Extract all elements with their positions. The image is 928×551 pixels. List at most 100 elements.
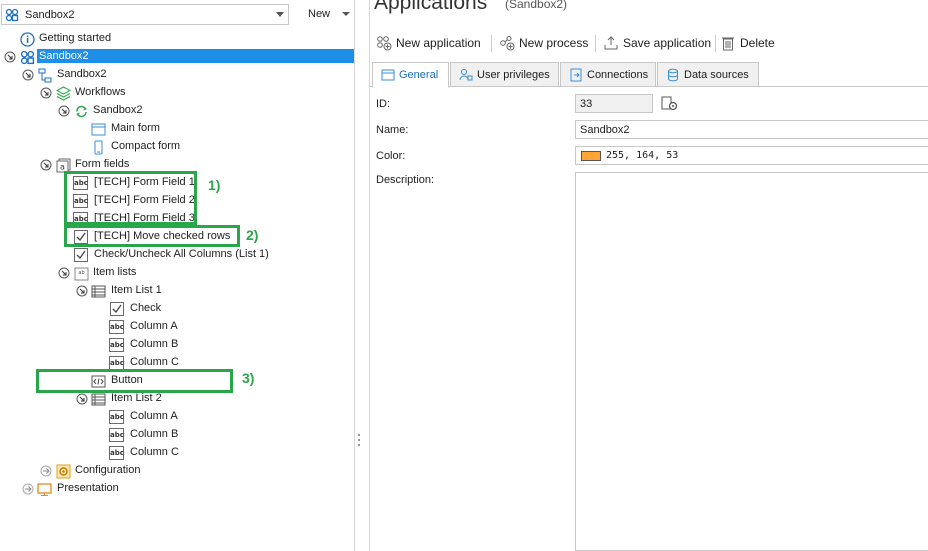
splitter-handle[interactable] [358, 434, 361, 446]
id-label: ID: [376, 98, 391, 110]
expand-arrow-icon[interactable] [76, 285, 88, 297]
tree-item-getting-started[interactable]: Getting started [0, 30, 355, 48]
tree-item-workflows[interactable]: Workflows [0, 84, 355, 102]
expand-arrow-icon[interactable] [58, 105, 70, 117]
save-upload-icon [604, 36, 618, 50]
description-label: Description: [376, 174, 435, 186]
text-field-icon: abc [109, 356, 124, 370]
tree-item-il1-column-b[interactable]: abc Column B [0, 336, 355, 354]
annotation-label-2: 2) [246, 227, 259, 243]
text-field-icon: abc [109, 320, 124, 334]
new-dropdown-button[interactable]: New [292, 4, 354, 25]
tree-item-item-list-1[interactable]: Item List 1 [0, 282, 355, 300]
application-icon [20, 50, 35, 65]
save-application-label: Save application [623, 36, 712, 50]
tab-strip: General User privileges Connections Data… [370, 62, 928, 88]
mobile-form-icon [94, 140, 103, 155]
new-button-label: New [308, 8, 331, 20]
application-selector-value: Sandbox2 [25, 9, 75, 21]
chevron-down-icon [342, 12, 350, 16]
navigation-panel: Sandbox2 New Getting started Sandbox2 Sa… [0, 0, 355, 551]
tree-item-label-selected: Sandbox2 [37, 49, 354, 63]
chevron-down-icon [276, 12, 284, 17]
tree-item-label: Configuration [75, 464, 141, 476]
tree-item-il1-check[interactable]: Check [0, 300, 355, 318]
tree-item-label: Item List 2 [111, 392, 162, 404]
new-process-label: New process [519, 36, 589, 50]
expand-arrow-icon[interactable] [40, 159, 52, 171]
toolbar-divider [491, 35, 492, 52]
id-field: 33 [575, 94, 653, 113]
tab-data-sources[interactable]: Data sources [657, 62, 759, 87]
form-window-icon [381, 69, 395, 81]
toolbar: New application New process Save applica… [370, 32, 928, 56]
tab-label: General [399, 69, 439, 81]
id-settings-icon[interactable] [661, 96, 679, 112]
tree-item-presentation[interactable]: Presentation [0, 480, 355, 498]
description-textarea[interactable] [575, 172, 928, 551]
tree-item-item-lists[interactable]: ab Item lists [0, 264, 355, 282]
page-title: Applications [374, 0, 488, 14]
save-application-button[interactable]: Save application [603, 32, 713, 54]
tree-item-label: Column B [130, 338, 179, 350]
tab-user-privileges[interactable]: User privileges [450, 62, 559, 87]
tree-item-configuration[interactable]: Configuration [0, 462, 355, 480]
table-icon [91, 285, 106, 298]
checkbox-field-icon [110, 302, 124, 316]
annotation-box-1 [64, 171, 197, 225]
tree-item-compact-form[interactable]: Compact form [0, 138, 355, 156]
tree-item-il1-column-a[interactable]: abc Column A [0, 318, 355, 336]
tree-item-check-uncheck[interactable]: Check/Uncheck All Columns (List 1) [0, 246, 355, 264]
tab-label: Data sources [684, 69, 749, 81]
expand-arrow-icon[interactable] [40, 465, 52, 477]
tree-item-label: Check [130, 302, 162, 314]
top-bar: Sandbox2 New [0, 4, 355, 26]
tree-item-workflow-sandbox2[interactable]: Sandbox2 [0, 102, 355, 120]
tab-connections[interactable]: Connections [560, 62, 656, 87]
text-field-icon: abc [109, 428, 124, 442]
application-selector[interactable]: Sandbox2 [1, 4, 289, 25]
tree-item-sandbox2[interactable]: Sandbox2 [0, 66, 355, 84]
tree-item-main-form[interactable]: Main form [0, 120, 355, 138]
table-icon [91, 393, 106, 406]
svg-text:ab: ab [78, 270, 84, 276]
page-subtitle: (Sandbox2) [505, 0, 568, 11]
color-picker[interactable]: 255, 164, 53 [575, 146, 928, 165]
color-value: 255, 164, 53 [606, 150, 679, 161]
new-application-button[interactable]: New application [376, 32, 486, 54]
gear-icon [56, 464, 71, 479]
layers-icon [56, 86, 71, 101]
expand-arrow-icon[interactable] [4, 51, 16, 63]
user-lock-icon [459, 69, 473, 81]
name-input[interactable]: Sandbox2 [575, 120, 928, 139]
expand-arrow-icon[interactable] [22, 483, 34, 495]
annotation-label-3: 3) [242, 370, 255, 386]
tree-item-label: Compact form [111, 140, 181, 152]
new-process-button[interactable]: New process [499, 32, 591, 54]
expand-arrow-icon[interactable] [76, 393, 88, 405]
text-field-icon: abc [109, 410, 124, 424]
tree-item-label: Getting started [39, 32, 112, 44]
form-window-icon [91, 123, 106, 136]
color-label: Color: [376, 150, 406, 162]
tree-item-sandbox2-root[interactable]: Sandbox2 [0, 48, 355, 66]
tree-item-label: Column B [130, 428, 179, 440]
tree-item-label: Sandbox2 [57, 68, 107, 80]
tree-item-label: Column C [130, 446, 179, 458]
tab-general[interactable]: General [372, 62, 449, 88]
database-icon [668, 68, 678, 82]
text-field-icon: abc [109, 446, 124, 460]
tab-label: User privileges [477, 69, 550, 81]
tree-item-il2-column-a[interactable]: abc Column A [0, 408, 355, 426]
connection-icon [570, 68, 582, 82]
tree-item-label: Presentation [57, 482, 119, 494]
expand-arrow-icon[interactable] [40, 87, 52, 99]
tree-item-label: Item List 1 [111, 284, 162, 296]
tree-item-il2-column-c[interactable]: abc Column C [0, 444, 355, 462]
name-value: Sandbox2 [580, 124, 630, 136]
tree-item-label: Item lists [93, 266, 137, 278]
expand-arrow-icon[interactable] [58, 267, 70, 279]
tree-item-il2-column-b[interactable]: abc Column B [0, 426, 355, 444]
delete-button[interactable]: Delete [720, 32, 780, 54]
expand-arrow-icon[interactable] [22, 69, 34, 81]
